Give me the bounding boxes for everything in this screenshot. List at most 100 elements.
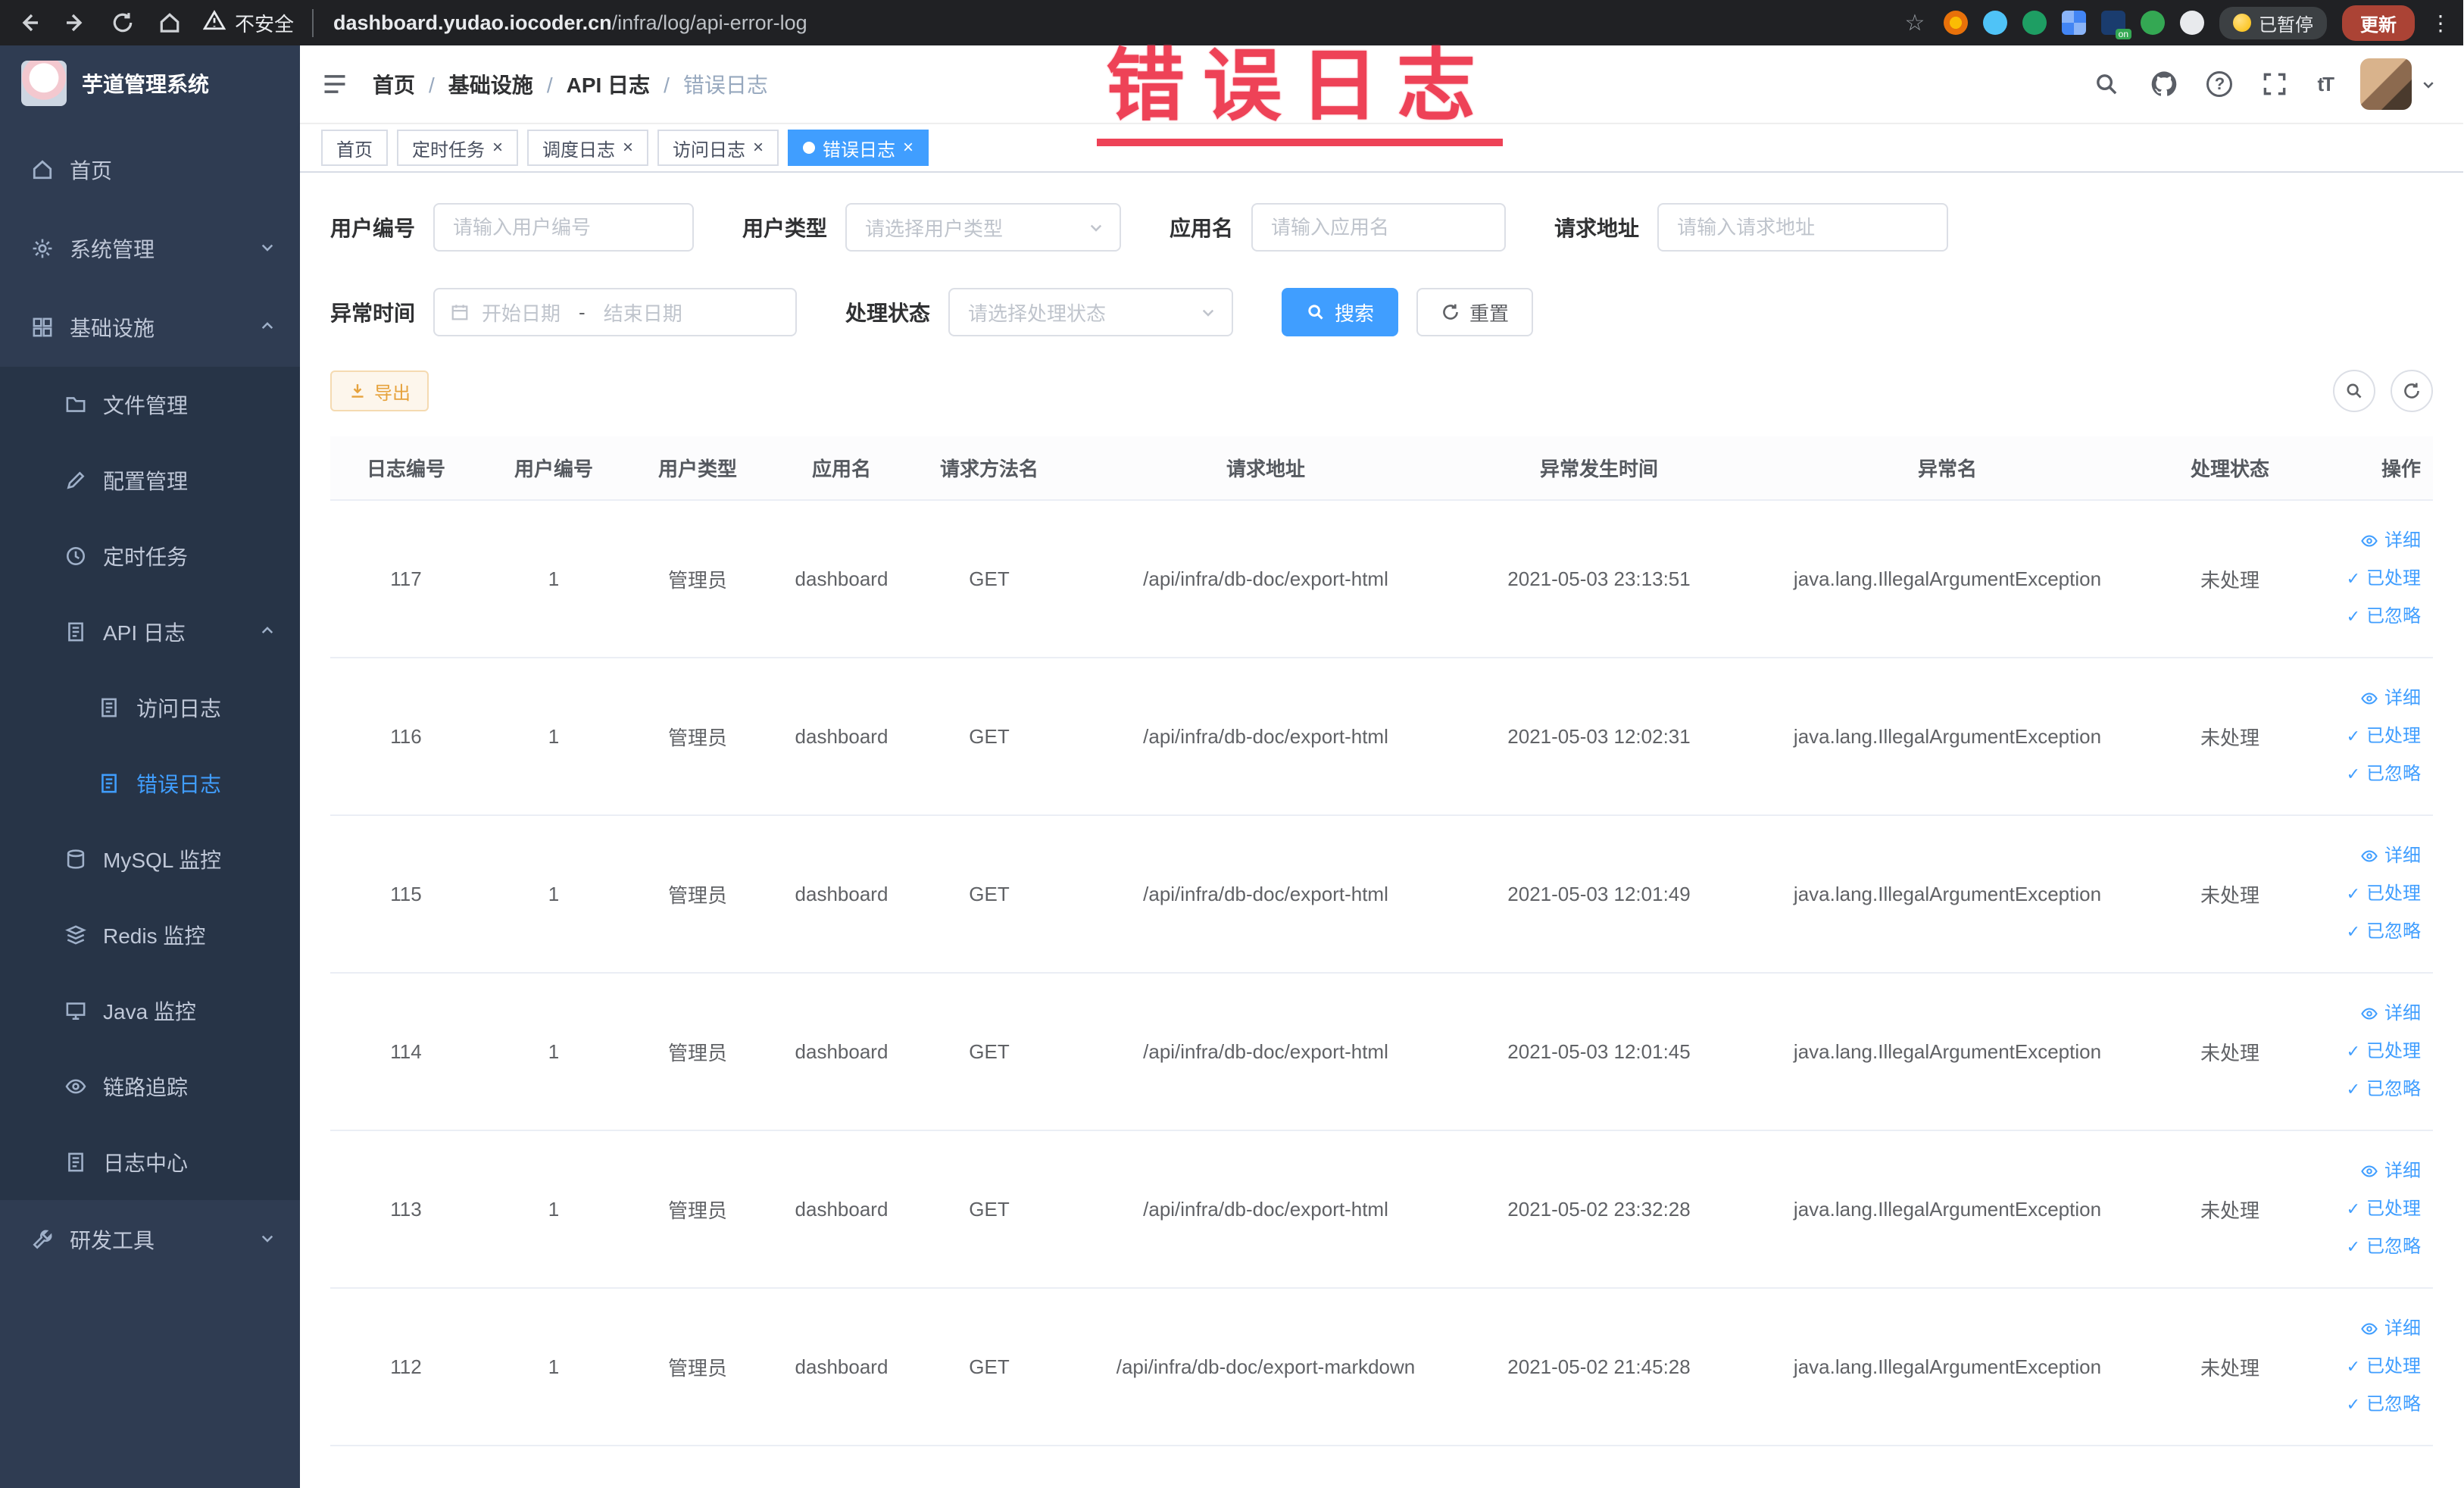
cell-status: 未处理 — [2163, 815, 2297, 974]
tab-scheduled-tasks[interactable]: 定时任务 × — [397, 130, 519, 166]
tab-home[interactable]: 首页 — [321, 130, 388, 166]
sidebar-item-redis-monitor[interactable]: Redis 监控 — [0, 897, 300, 973]
sidebar-item-error-log[interactable]: 错误日志 — [0, 746, 300, 821]
process-status-select[interactable]: 请选择处理状态 — [948, 288, 1234, 336]
ignored-link[interactable]: ✓ 已忽略 — [2297, 1071, 2421, 1108]
github-icon[interactable] — [2149, 69, 2179, 99]
breadcrumb-home[interactable]: 首页 — [373, 69, 435, 99]
sidebar-item-access-log[interactable]: 访问日志 — [0, 670, 300, 746]
extension-icon-2[interactable] — [1983, 11, 2007, 35]
close-icon[interactable]: × — [753, 139, 764, 157]
cell-status: 未处理 — [2163, 500, 2297, 658]
ignored-link[interactable]: ✓ 已忽略 — [2297, 913, 2421, 951]
hamburger-icon[interactable] — [321, 70, 348, 98]
detail-link[interactable]: 详细 — [2297, 1310, 2421, 1348]
sidebar-item-label: 配置管理 — [103, 470, 189, 493]
processed-link[interactable]: ✓ 已处理 — [2297, 717, 2421, 755]
update-button[interactable]: 更新 — [2342, 5, 2415, 41]
close-icon[interactable]: × — [623, 139, 633, 157]
sidebar-item-home[interactable]: 首页 — [0, 130, 300, 209]
col-user-type: 用户类型 — [626, 436, 770, 501]
close-icon[interactable]: × — [903, 139, 913, 157]
cell-user-id: 1 — [482, 1130, 626, 1289]
update-label: 更新 — [2360, 14, 2397, 36]
breadcrumb-infrastructure[interactable]: 基础设施 — [448, 69, 553, 99]
tab-error-log[interactable]: 错误日志 × — [788, 130, 929, 166]
help-icon[interactable]: ? — [2206, 71, 2233, 97]
extension-icon-4[interactable] — [2062, 11, 2086, 35]
process-status-label: 处理状态 — [845, 302, 931, 325]
extension-icon-6[interactable] — [2141, 11, 2165, 35]
sidebar-item-config-management[interactable]: 配置管理 — [0, 442, 300, 518]
sidebar-item-link-tracing[interactable]: 链路追踪 — [0, 1049, 300, 1124]
app-name-input[interactable] — [1251, 203, 1507, 252]
ignored-link[interactable]: ✓ 已忽略 — [2297, 1228, 2421, 1266]
search-button[interactable]: 搜索 — [1282, 288, 1399, 336]
date-range-picker[interactable]: 开始日期 - 结束日期 — [433, 288, 798, 336]
user-menu[interactable] — [2360, 58, 2436, 110]
cell-exception-time: 2021-05-03 12:02:31 — [1466, 658, 1732, 816]
cell-method: GET — [913, 658, 1065, 816]
tab-schedule-log[interactable]: 调度日志 × — [527, 130, 649, 166]
search-icon[interactable] — [2091, 69, 2122, 99]
export-button[interactable]: 导出 — [330, 370, 429, 411]
font-size-icon[interactable]: tT — [2317, 73, 2334, 96]
detail-link[interactable]: 详细 — [2297, 837, 2421, 875]
back-icon[interactable] — [15, 9, 42, 36]
check-icon: ✓ — [2346, 1199, 2360, 1218]
actions-cell: 详细 ✓ 已处理 ✓ 已忽略 — [2297, 973, 2433, 1131]
home-button-icon[interactable] — [156, 9, 183, 36]
sidebar-item-log-center[interactable]: 日志中心 — [0, 1124, 300, 1200]
security-chip[interactable]: 不安全 — [202, 8, 314, 37]
address-bar[interactable]: dashboard.yudao.iocoder.cn /infra/log/ap… — [333, 11, 807, 35]
ignored-link[interactable]: ✓ 已忽略 — [2297, 1386, 2421, 1424]
reset-button[interactable]: 重置 — [1416, 288, 1534, 336]
processed-link[interactable]: ✓ 已处理 — [2297, 1348, 2421, 1386]
paused-button[interactable]: 已暂停 — [2219, 6, 2327, 39]
ignored-link[interactable]: ✓ 已忽略 — [2297, 755, 2421, 793]
extension-icon-7[interactable] — [2180, 11, 2204, 35]
access-log-icon — [97, 696, 121, 720]
user-id-input[interactable] — [433, 203, 695, 252]
cell-status: 未处理 — [2163, 1288, 2297, 1446]
request-url-input[interactable] — [1657, 203, 1949, 252]
breadcrumb-api-log[interactable]: API 日志 — [567, 69, 670, 99]
sidebar-item-mysql-monitor[interactable]: MySQL 监控 — [0, 821, 300, 897]
browser-menu-icon[interactable]: ⋮ — [2430, 11, 2451, 36]
ignored-link[interactable]: ✓ 已忽略 — [2297, 598, 2421, 636]
user-type-select[interactable]: 请选择用户类型 — [845, 203, 1122, 252]
extension-icon-3[interactable] — [2022, 11, 2047, 35]
bookmark-star-icon[interactable]: ☆ — [1901, 9, 1928, 36]
chevron-down-icon — [259, 1227, 276, 1252]
reload-icon[interactable] — [109, 9, 136, 36]
cell-log-id: 113 — [330, 1130, 482, 1289]
sidebar-item-infrastructure[interactable]: 基础设施 — [0, 288, 300, 367]
detail-link[interactable]: 详细 — [2297, 1152, 2421, 1190]
fullscreen-icon[interactable] — [2259, 69, 2290, 99]
extension-icon-1[interactable] — [1944, 11, 1968, 35]
forward-icon[interactable] — [62, 9, 89, 36]
close-icon[interactable]: × — [492, 139, 503, 157]
toggle-search-button[interactable] — [2333, 370, 2375, 412]
col-request-url: 请求地址 — [1065, 436, 1466, 501]
processed-link[interactable]: ✓ 已处理 — [2297, 560, 2421, 598]
sidebar-item-java-monitor[interactable]: Java 监控 — [0, 973, 300, 1049]
detail-link[interactable]: 详细 — [2297, 995, 2421, 1033]
sidebar-item-scheduled-tasks[interactable]: 定时任务 — [0, 518, 300, 594]
refresh-table-button[interactable] — [2391, 370, 2433, 412]
detail-link[interactable]: 详细 — [2297, 680, 2421, 717]
sidebar-item-api-log[interactable]: API 日志 — [0, 594, 300, 670]
extension-icon-5[interactable]: on — [2101, 11, 2131, 39]
app-logo[interactable]: 芋道管理系统 — [0, 45, 300, 121]
sidebar-item-system-management[interactable]: 系统管理 — [0, 209, 300, 288]
cell-user-id: 1 — [482, 973, 626, 1131]
tab-access-log[interactable]: 访问日志 × — [657, 130, 779, 166]
processed-link[interactable]: ✓ 已处理 — [2297, 1190, 2421, 1228]
tab-label: 错误日志 — [823, 139, 896, 161]
sidebar-item-dev-tools[interactable]: 研发工具 — [0, 1200, 300, 1279]
processed-link[interactable]: ✓ 已处理 — [2297, 1033, 2421, 1071]
detail-link[interactable]: 详细 — [2297, 522, 2421, 560]
processed-link[interactable]: ✓ 已处理 — [2297, 875, 2421, 913]
sidebar-item-file-management[interactable]: 文件管理 — [0, 367, 300, 442]
tab-label: 定时任务 — [412, 139, 485, 161]
